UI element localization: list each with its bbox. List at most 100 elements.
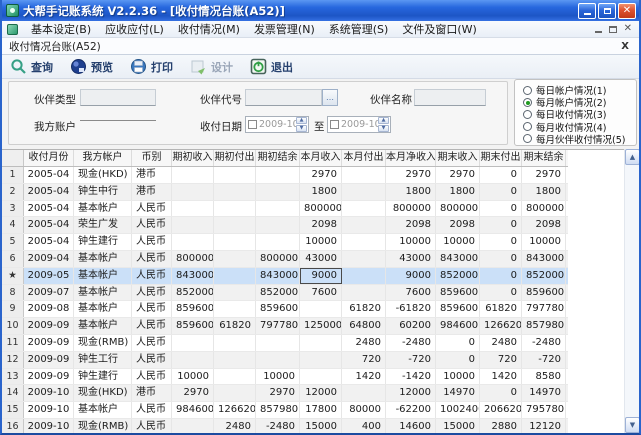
cell-open_in[interactable]: 859600: [172, 318, 214, 334]
table-row[interactable]: 52005-04钟生建行人民币100001000010000010000: [2, 234, 568, 251]
menu-payment-status[interactable]: 收付情况(M): [171, 21, 247, 37]
cell-month_in[interactable]: 12000: [300, 385, 342, 401]
close-button[interactable]: ✕: [618, 3, 636, 19]
cell-month_in[interactable]: 17800: [300, 402, 342, 418]
cell-account[interactable]: 基本帐户: [74, 201, 132, 217]
tab-payment-ledger[interactable]: 收付情况台账(A52): [9, 39, 101, 54]
cell-open_out[interactable]: [214, 167, 256, 183]
cell-month[interactable]: 2005-04: [24, 234, 74, 250]
cell-end_bal[interactable]: 797780: [522, 301, 566, 317]
cell-month[interactable]: 2009-08: [24, 301, 74, 317]
cell-open_bal[interactable]: [256, 217, 300, 233]
cell-month_out[interactable]: [342, 184, 386, 200]
cell-account[interactable]: 钟生建行: [74, 234, 132, 250]
cell-month_in[interactable]: 125000: [300, 318, 342, 334]
cell-end_in[interactable]: 800000: [436, 201, 480, 217]
cell-open_in[interactable]: 984600: [172, 402, 214, 418]
cell-currency[interactable]: 人民币: [132, 335, 172, 351]
cell-month_out[interactable]: [342, 234, 386, 250]
cell-account[interactable]: 基本帐户: [74, 251, 132, 267]
cell-end_in[interactable]: 859600: [436, 301, 480, 317]
mdi-minimize-icon[interactable]: [595, 31, 602, 33]
date-from-spinner[interactable]: ▲▼: [296, 117, 307, 132]
cell-account[interactable]: 基本帐户: [74, 402, 132, 418]
cell-open_in[interactable]: [172, 419, 214, 433]
cell-end_in[interactable]: 10000: [436, 234, 480, 250]
cell-month_in[interactable]: 1800: [300, 184, 342, 200]
cell-end_out[interactable]: 126620: [480, 318, 522, 334]
cell-open_bal[interactable]: [256, 167, 300, 183]
cell-end_bal[interactable]: -2480: [522, 335, 566, 351]
cell-end_out[interactable]: 0: [480, 184, 522, 200]
cell-month_net[interactable]: 14600: [386, 419, 436, 433]
table-row[interactable]: 152009-10基本帐户人民币984600126620857980178008…: [2, 402, 568, 419]
cell-account[interactable]: 钟生中行: [74, 184, 132, 200]
table-row[interactable]: 142009-10现金(HKD)港币2970297012000120001497…: [2, 385, 568, 402]
cell-currency[interactable]: 人民币: [132, 217, 172, 233]
cell-open_out[interactable]: [214, 301, 256, 317]
cell-month_in[interactable]: 15000: [300, 419, 342, 433]
query-button[interactable]: 查询: [10, 58, 53, 75]
menu-invoice-management[interactable]: 发票管理(N): [247, 21, 322, 37]
cell-open_in[interactable]: [172, 217, 214, 233]
cell-end_out[interactable]: 720: [480, 352, 522, 368]
cell-open_out[interactable]: [214, 369, 256, 385]
cell-month_in[interactable]: [300, 369, 342, 385]
cell-account[interactable]: 现金(HKD): [74, 385, 132, 401]
mdi-close-icon[interactable]: ✕: [624, 24, 632, 34]
our-account-input[interactable]: [80, 106, 156, 121]
cell-end_in[interactable]: 0: [436, 352, 480, 368]
cell-open_out[interactable]: [214, 201, 256, 217]
table-row[interactable]: 32005-04基本帐户人民币8000008000008000000800000: [2, 201, 568, 218]
cell-month[interactable]: 2005-04: [24, 217, 74, 233]
cell-month_in[interactable]: 43000: [300, 251, 342, 267]
cell-account[interactable]: 现金(HKD): [74, 167, 132, 183]
cell-open_in[interactable]: 10000: [172, 369, 214, 385]
cell-open_bal[interactable]: [256, 352, 300, 368]
cell-open_out[interactable]: [214, 251, 256, 267]
cell-month_in[interactable]: 800000: [300, 201, 342, 217]
cell-month_out[interactable]: [342, 285, 386, 301]
cell-month[interactable]: 2009-09: [24, 318, 74, 334]
print-button[interactable]: 打印: [130, 58, 173, 75]
column-header-month_net[interactable]: 本月净收入: [386, 150, 436, 166]
table-row[interactable]: 102009-09基本帐户人民币859600618207977801250006…: [2, 318, 568, 335]
column-header-end_bal[interactable]: 期末结余: [522, 150, 566, 166]
cell-month_net[interactable]: 2098: [386, 217, 436, 233]
cell-currency[interactable]: 港币: [132, 167, 172, 183]
cell-month_out[interactable]: 400: [342, 419, 386, 433]
date-to-field[interactable]: 2009-10 ▲▼: [327, 116, 391, 133]
cell-open_in[interactable]: [172, 352, 214, 368]
cell-month[interactable]: 2009-05: [24, 268, 74, 284]
cell-currency[interactable]: 人民币: [132, 201, 172, 217]
partner-code-browse-button[interactable]: …: [322, 89, 338, 106]
column-header-end_in[interactable]: 期末收入: [436, 150, 480, 166]
cell-end_out[interactable]: 0: [480, 217, 522, 233]
cell-end_in[interactable]: 14970: [436, 385, 480, 401]
cell-account[interactable]: 现金(RMB): [74, 419, 132, 433]
cell-month_net[interactable]: 60200: [386, 318, 436, 334]
cell-end_out[interactable]: 0: [480, 385, 522, 401]
column-header-open_bal[interactable]: 期初结余: [256, 150, 300, 166]
cell-currency[interactable]: 人民币: [132, 419, 172, 433]
cell-month_net[interactable]: 12000: [386, 385, 436, 401]
cell-month[interactable]: 2009-04: [24, 251, 74, 267]
cell-end_in[interactable]: 843000: [436, 251, 480, 267]
menu-basic-settings[interactable]: 基本设定(B): [24, 21, 98, 37]
vertical-scrollbar[interactable]: ▲ ▼: [624, 149, 639, 433]
radio-monthly-partner-payment[interactable]: 每月伙伴收付情况(5): [523, 133, 636, 145]
design-button[interactable]: 设计: [190, 58, 233, 75]
cell-month_net[interactable]: 2970: [386, 167, 436, 183]
cell-open_bal[interactable]: -2480: [256, 419, 300, 433]
cell-open_out[interactable]: 126620: [214, 402, 256, 418]
cell-month_net[interactable]: -62200: [386, 402, 436, 418]
mdi-restore-icon[interactable]: [609, 26, 617, 33]
partner-code-input[interactable]: [245, 89, 322, 106]
cell-open_bal[interactable]: 797780: [256, 318, 300, 334]
table-row-selected[interactable]: ★2009-05基本帐户人民币8430008430009000900085200…: [2, 268, 568, 285]
cell-end_bal[interactable]: 800000: [522, 201, 566, 217]
cell-month_net[interactable]: 9000: [386, 268, 436, 284]
cell-account[interactable]: 荣生广发: [74, 217, 132, 233]
cell-open_in[interactable]: [172, 167, 214, 183]
cell-currency[interactable]: 人民币: [132, 234, 172, 250]
